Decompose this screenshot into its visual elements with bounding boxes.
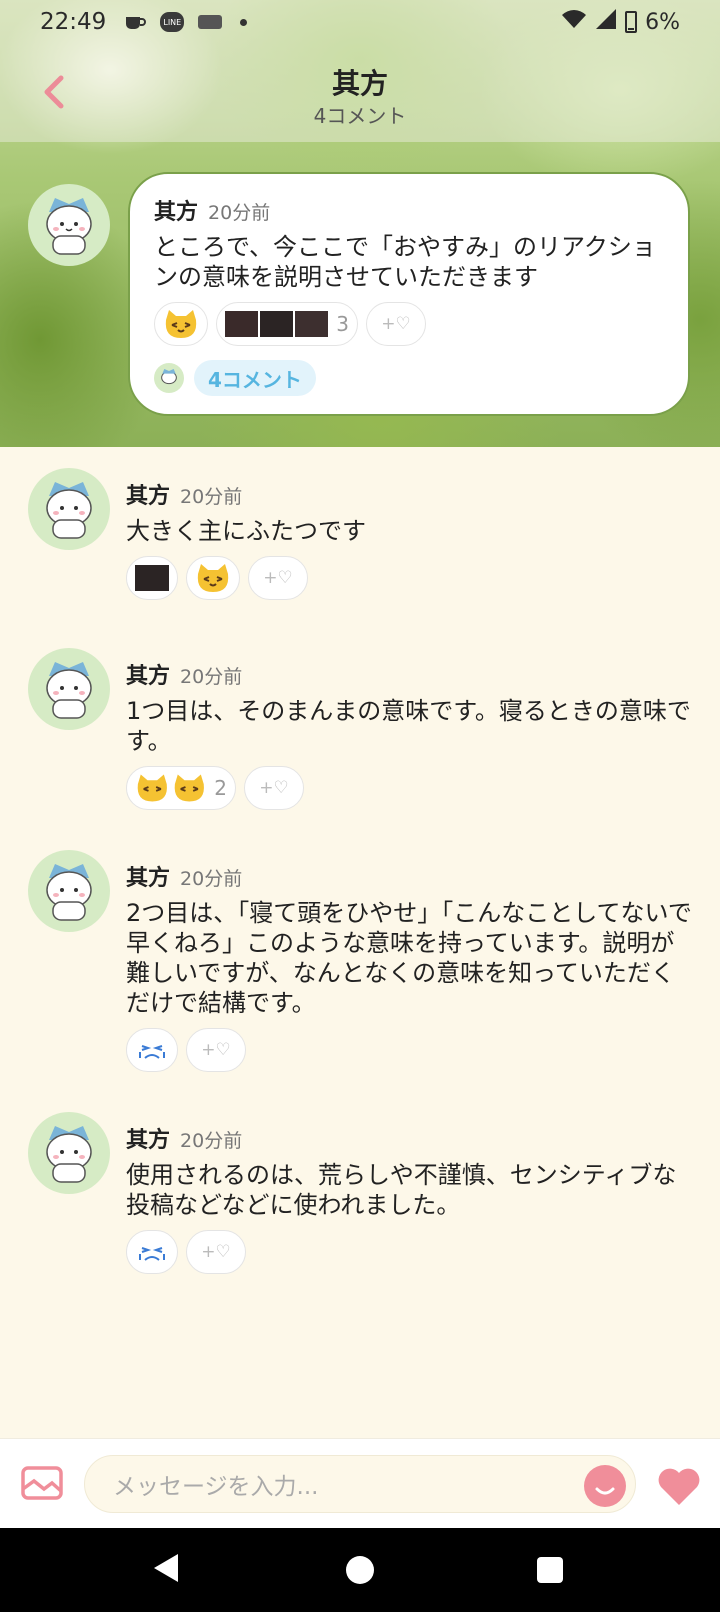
add-reaction-button[interactable]: +♡ <box>186 1230 246 1274</box>
like-button[interactable] <box>656 1467 702 1507</box>
reaction-photos[interactable]: 3 <box>216 302 358 346</box>
page-subtitle: 4コメント <box>313 104 407 128</box>
reaction-crying[interactable] <box>126 1230 178 1274</box>
reaction-photo[interactable] <box>126 556 178 600</box>
image-upload-button[interactable] <box>20 1463 64 1503</box>
photo-thumbnail <box>225 311 259 337</box>
avatar[interactable] <box>28 184 110 266</box>
nav-recent-button[interactable] <box>537 1557 563 1583</box>
comment-text: 1つ目は、そのまんまの意味です。寝るときの意味です。 <box>126 697 691 755</box>
cat-smile-icon <box>174 774 204 802</box>
comment-time: 20分前 <box>180 1130 243 1152</box>
crying-face-icon <box>139 1247 165 1261</box>
emoji-button[interactable] <box>584 1465 626 1507</box>
battery-percent: 6% <box>645 9 680 35</box>
line-icon: LINE <box>160 12 185 32</box>
status-bar: 22:49 LINE 6% <box>0 0 720 44</box>
list-item: 其方 20分前 使用されるのは、荒らしや不謹慎、センシティブな投稿などなどに使わ… <box>0 1112 720 1274</box>
photo-thumbnail <box>295 311 329 337</box>
message-input[interactable]: メッセージを入力... <box>84 1455 636 1513</box>
heart-icon <box>658 1468 700 1505</box>
cat-smile-icon <box>137 774 167 802</box>
add-reaction-button[interactable]: +♡ <box>186 1028 246 1072</box>
battery-icon <box>625 11 638 33</box>
avatar[interactable] <box>28 850 110 932</box>
reaction-count: 3 <box>336 312 350 336</box>
reaction-cat[interactable] <box>154 302 208 346</box>
comment-time: 20分前 <box>180 868 243 890</box>
system-nav-bar <box>0 1528 720 1612</box>
post-time: 20分前 <box>208 202 271 224</box>
comment-text: 使用されるのは、荒らしや不謹慎、センシティブな投稿などなどに使われました。 <box>126 1161 677 1219</box>
add-reaction-button[interactable]: +♡ <box>244 766 304 810</box>
comment-time: 20分前 <box>180 666 243 688</box>
game-icon <box>198 15 223 29</box>
list-item: 其方 20分前 1つ目は、そのまんまの意味です。寝るときの意味です。 2 +♡ <box>0 648 720 810</box>
crying-face-icon <box>139 1045 165 1059</box>
comment-author: 其方 <box>126 1128 171 1153</box>
post-card[interactable]: 其方 20分前 ところで、今ここで「おやすみ」のリアクションの意味を説明させてい… <box>128 172 690 416</box>
comment-text: 2つ目は、「寝て頭をひやせ」「こんなことしてないで早くねろ」このような意味を持っ… <box>126 899 692 1017</box>
character-avatar-icon <box>46 198 92 255</box>
character-avatar-icon <box>46 482 92 539</box>
list-item: 其方 20分前 大きく主にふたつです +♡ <box>0 468 720 608</box>
image-icon <box>21 1466 63 1500</box>
page-title: 其方 <box>331 67 388 100</box>
avatar[interactable] <box>28 1112 110 1194</box>
mini-avatar <box>154 363 184 393</box>
triangle-back-icon <box>154 1554 178 1582</box>
comment-author: 其方 <box>126 866 171 891</box>
list-item: 其方 20分前 2つ目は、「寝て頭をひやせ」「こんなことしてないで早くねろ」この… <box>0 850 720 1072</box>
photo-thumbnail <box>260 311 294 337</box>
comment-text: 大きく主にふたつです <box>126 517 366 545</box>
smile-icon <box>595 1487 615 1495</box>
character-avatar-icon <box>46 1126 92 1183</box>
add-reaction-button[interactable]: +♡ <box>366 302 426 346</box>
notification-dot-icon <box>240 18 248 26</box>
comment-count-button[interactable]: 4コメント <box>194 360 316 396</box>
reaction-crying[interactable] <box>126 1028 178 1072</box>
cat-smile-icon <box>165 310 197 338</box>
reaction-cat-double[interactable]: 2 <box>126 766 236 810</box>
photo-thumbnail <box>135 565 169 591</box>
signal-icon <box>595 9 617 35</box>
comment-author: 其方 <box>126 664 171 689</box>
post-author: 其方 <box>154 200 199 225</box>
add-reaction-button[interactable]: +♡ <box>248 556 308 600</box>
avatar[interactable] <box>28 468 110 550</box>
reaction-count: 2 <box>214 776 227 800</box>
cat-smile-icon <box>197 564 229 592</box>
avatar[interactable] <box>28 648 110 730</box>
status-time: 22:49 <box>40 9 107 35</box>
message-input-bar: メッセージを入力... <box>0 1438 720 1528</box>
character-avatar-icon <box>46 662 92 719</box>
comment-time: 20分前 <box>180 486 243 508</box>
nav-home-button[interactable] <box>346 1556 374 1584</box>
coffee-icon <box>124 13 147 31</box>
wifi-icon <box>561 9 587 35</box>
comment-author: 其方 <box>126 484 171 509</box>
character-avatar-icon <box>46 864 92 921</box>
reaction-cat[interactable] <box>186 556 240 600</box>
nav-back-button[interactable] <box>152 1552 180 1588</box>
post-reactions: 3 +♡ <box>154 302 664 346</box>
post-text: ところで、今ここで「おやすみ」のリアクションの意味を説明させていただきます <box>154 233 656 291</box>
